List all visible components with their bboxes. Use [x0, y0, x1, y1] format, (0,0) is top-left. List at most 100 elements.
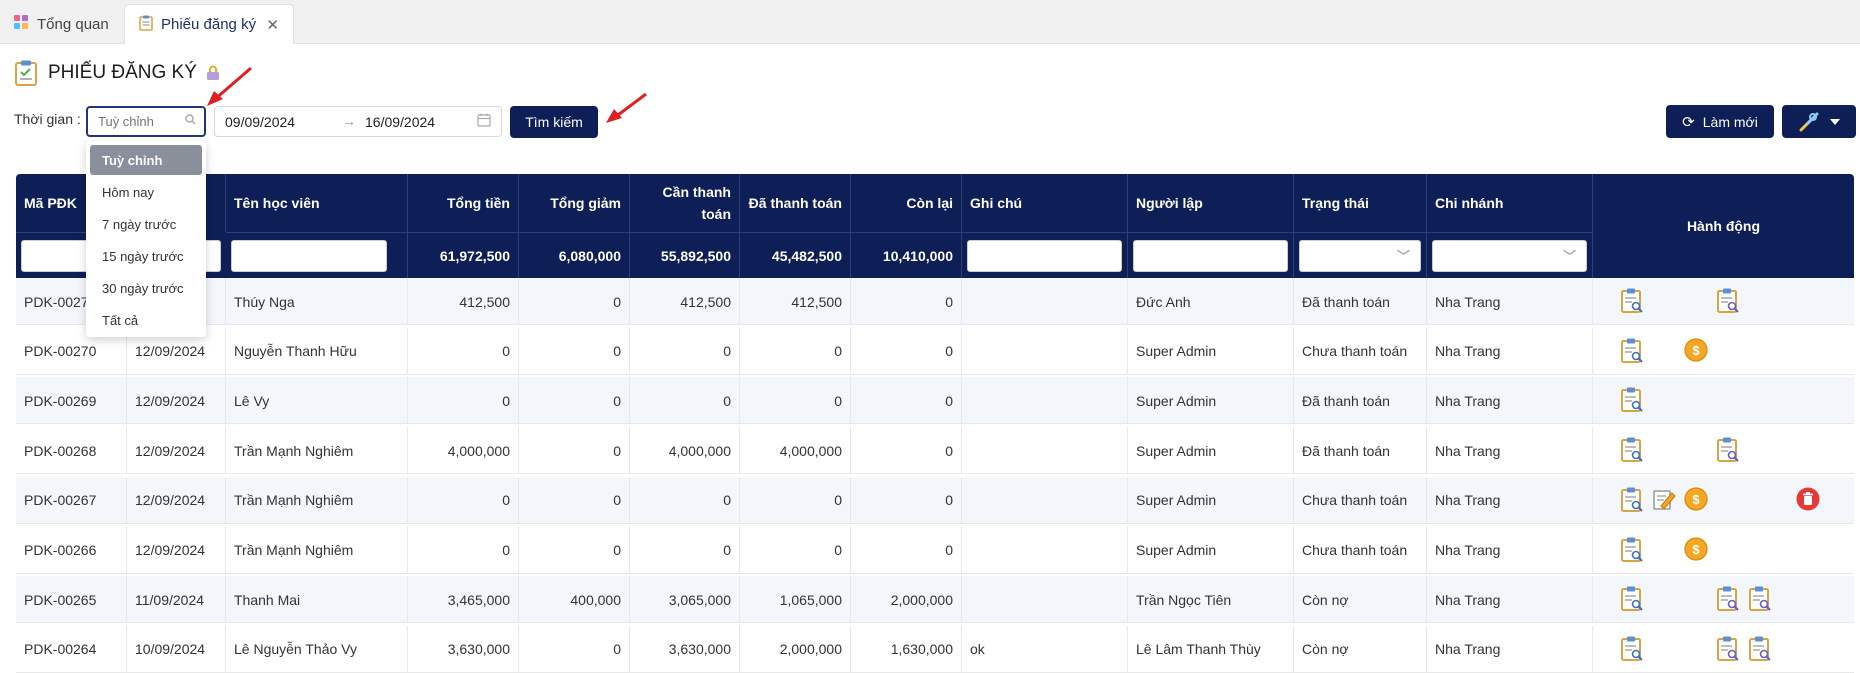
delete-icon[interactable]	[1796, 487, 1820, 513]
view-invoice-icon[interactable]	[1620, 338, 1644, 364]
time-preset-select[interactable]	[86, 106, 206, 137]
dropdown-option[interactable]: 7 ngày trước	[90, 209, 202, 239]
annotation-arrow-icon	[606, 92, 647, 123]
cell-total: 3,465,000	[408, 576, 519, 624]
table-row[interactable]: PDK-00265 11/09/2024 Thanh Mai 3,465,000 400…	[16, 576, 1854, 624]
dashboard-icon	[14, 14, 29, 34]
cell-due: 412,500	[630, 278, 740, 325]
cell-note	[962, 278, 1128, 325]
col-actions: Hành động	[1686, 218, 1761, 234]
dropdown-option[interactable]: 30 ngày trước	[90, 273, 202, 303]
col-paid[interactable]: Đã thanh toán	[740, 174, 851, 232]
close-icon[interactable]: ✕	[266, 16, 279, 34]
cell-discount: 0	[519, 327, 630, 375]
cell-branch: Nha Trang	[1427, 476, 1593, 524]
cell-due: 3,065,000	[630, 576, 740, 624]
refresh-icon: ⟳	[1682, 113, 1695, 131]
col-discount[interactable]: Tổng giảm	[519, 174, 630, 232]
refresh-button[interactable]: ⟳ Làm mới	[1666, 105, 1774, 138]
tab-overview[interactable]: Tổng quan	[0, 4, 124, 44]
print-icon[interactable]	[1748, 586, 1772, 612]
cell-branch: Nha Trang	[1427, 625, 1593, 673]
cell-status: Đã thanh toán	[1294, 278, 1427, 325]
dropdown-option[interactable]: 15 ngày trước	[90, 241, 202, 271]
cell-total: 3,630,000	[408, 625, 519, 673]
cell-note	[962, 427, 1128, 475]
table-row[interactable]: PDK-00270 12/09/2024 Nguyễn Thanh Hữu 0 0 0 0 0…	[16, 327, 1854, 375]
print-icon[interactable]	[1716, 586, 1740, 612]
cell-due: 0	[630, 476, 740, 524]
payment-icon[interactable]: $	[1684, 487, 1708, 513]
filter-creator-input[interactable]	[1133, 240, 1288, 272]
view-invoice-icon[interactable]	[1620, 288, 1644, 314]
cell-creator: Trần Ngọc Tiên	[1128, 576, 1294, 624]
date-from[interactable]: 09/09/2024	[225, 114, 295, 130]
annotation-arrow-icon	[207, 66, 252, 106]
view-invoice-icon[interactable]	[1620, 537, 1644, 563]
cell-creator: Super Admin	[1128, 377, 1294, 425]
search-button[interactable]: Tìm kiếm	[510, 106, 598, 138]
dropdown-option[interactable]: Tất cả	[90, 305, 202, 335]
cell-student: Lê Vy	[226, 377, 408, 425]
time-label: Thời gian :	[14, 111, 81, 127]
table-row[interactable]: PDK-00269 12/09/2024 Lê Vy 0 0 0 0 0 Super Admin…	[16, 377, 1854, 425]
col-branch[interactable]: Chi nhánh	[1427, 174, 1593, 232]
tab-registration[interactable]: Phiếu đăng ký ✕	[124, 4, 294, 44]
svg-text:$: $	[1692, 542, 1700, 557]
cell-branch: Nha Trang	[1427, 377, 1593, 425]
view-invoice-icon[interactable]	[1620, 387, 1644, 413]
col-note[interactable]: Ghi chú	[962, 174, 1128, 232]
col-creator[interactable]: Người lập	[1128, 174, 1294, 232]
edit-icon[interactable]	[1652, 487, 1676, 513]
view-invoice-icon[interactable]	[1620, 636, 1644, 662]
print-icon[interactable]	[1716, 437, 1740, 463]
payment-icon[interactable]: $	[1684, 338, 1708, 364]
page-title-text: PHIẾU ĐĂNG KÝ	[48, 62, 197, 83]
date-to[interactable]: 16/09/2024	[365, 114, 435, 130]
cell-code: PDK-00268	[16, 427, 127, 475]
cell-discount: 0	[519, 427, 630, 475]
cell-due: 0	[630, 377, 740, 425]
cell-branch: Nha Trang	[1427, 576, 1593, 624]
print-icon[interactable]	[1716, 636, 1740, 662]
table-row[interactable]: PDK-00264 10/09/2024 Lê Nguyễn Thảo Vy 3,63…	[16, 625, 1854, 673]
cell-note	[962, 377, 1128, 425]
tools-menu-button[interactable]	[1782, 105, 1856, 138]
filter-note-input[interactable]	[967, 240, 1122, 272]
time-preset-input[interactable]	[88, 108, 174, 135]
table-row[interactable]: PDK-00266 12/09/2024 Trần Mạnh Nghiêm 0 0 0 0 0…	[16, 526, 1854, 574]
date-range-picker[interactable]: 09/09/2024 → 16/09/2024	[214, 106, 502, 137]
cell-code: PDK-00264	[16, 625, 127, 673]
view-invoice-icon[interactable]	[1620, 487, 1644, 513]
cell-creator: Super Admin	[1128, 327, 1294, 375]
col-student[interactable]: Tên học viên	[226, 174, 408, 232]
col-total[interactable]: Tổng tiền	[408, 174, 519, 232]
print-icon[interactable]	[1716, 288, 1740, 314]
filter-status-select[interactable]: ﹀	[1299, 240, 1421, 272]
caret-down-icon	[1830, 118, 1840, 125]
cell-student: Thúy Nga	[226, 278, 408, 325]
table-row[interactable]: PDK-0027112/09/2024Thúy Nga412,5000412,5…	[16, 278, 1854, 325]
col-due[interactable]: Cần thanh toán	[630, 174, 740, 232]
table-row[interactable]: PDK-00267 12/09/2024 Trần Mạnh Nghiêm 0 0 0 0 0…	[16, 476, 1854, 524]
cell-remaining: 2,000,000	[851, 576, 962, 624]
cell-creator: Đức Anh	[1128, 278, 1294, 325]
cell-paid: 412,500	[740, 278, 851, 325]
payment-icon[interactable]: $	[1684, 536, 1708, 563]
cell-total: 0	[408, 526, 519, 574]
cell-code: PDK-00267	[16, 476, 127, 524]
sum-paid: 45,482,500	[740, 232, 851, 278]
col-remaining[interactable]: Còn lại	[851, 174, 962, 232]
view-invoice-icon[interactable]	[1620, 437, 1644, 463]
filter-student-input[interactable]	[231, 240, 387, 272]
col-due-line1: Cần thanh	[662, 184, 731, 200]
table-row[interactable]: PDK-00268 12/09/2024 Trần Mạnh Nghiêm 4,000…	[16, 427, 1854, 475]
dropdown-option[interactable]: Hôm nay	[90, 177, 202, 207]
view-invoice-icon[interactable]	[1620, 586, 1644, 612]
dropdown-option[interactable]: Tuỳ chỉnh	[90, 145, 202, 175]
cell-student: Trần Mạnh Nghiêm	[226, 526, 408, 574]
print-icon[interactable]	[1748, 636, 1772, 662]
filter-branch-select[interactable]: ﹀	[1432, 240, 1587, 272]
col-status[interactable]: Trạng thái	[1294, 174, 1427, 232]
cell-total: 0	[408, 327, 519, 375]
